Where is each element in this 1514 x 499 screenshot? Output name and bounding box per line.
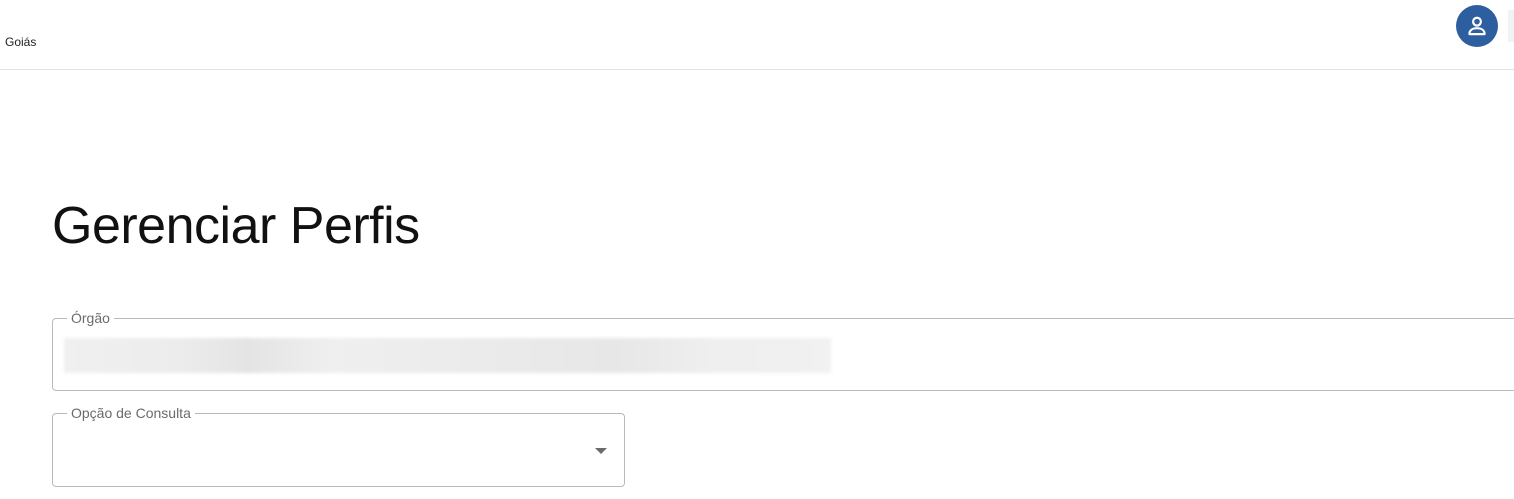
header-right-edge <box>1508 10 1514 42</box>
user-avatar-button[interactable] <box>1456 5 1498 47</box>
chevron-down-icon[interactable] <box>595 448 607 454</box>
top-bar: Goiás <box>0 0 1514 70</box>
orgao-field-label: Órgão <box>67 310 114 326</box>
orgao-field[interactable]: Órgão <box>52 310 1514 391</box>
consulta-select-label: Opção de Consulta <box>67 405 195 421</box>
brand-text: Goiás <box>5 35 37 49</box>
consulta-select[interactable]: Opção de Consulta <box>52 405 625 487</box>
orgao-field-value <box>64 338 831 373</box>
user-icon <box>1468 16 1486 36</box>
page-title: Gerenciar Perfis <box>52 197 420 255</box>
